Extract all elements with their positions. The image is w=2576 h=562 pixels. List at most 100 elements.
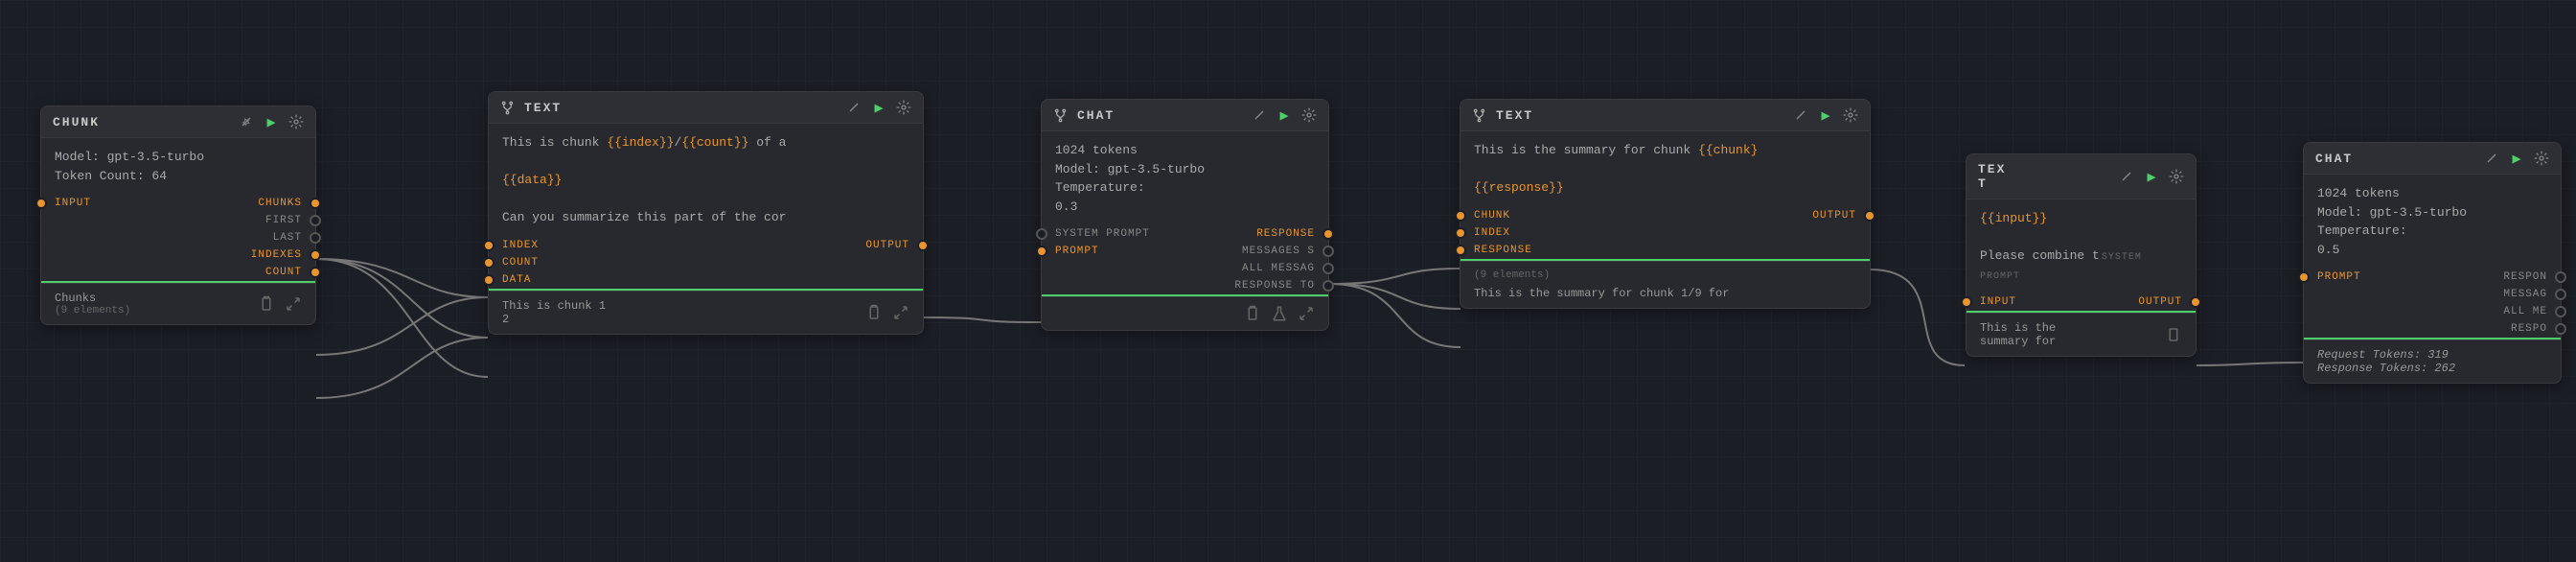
port-index[interactable]: INDEX	[489, 237, 706, 254]
gear-icon[interactable]	[1301, 107, 1317, 123]
node-title: TEXT	[524, 101, 837, 115]
clipboard-icon[interactable]	[865, 304, 883, 321]
gear-icon[interactable]	[2534, 151, 2549, 166]
node-title-2: T	[1978, 176, 2109, 191]
gear-icon[interactable]	[2169, 169, 2184, 184]
play-icon[interactable]: ▶	[2144, 169, 2159, 184]
template-line-1: This is the summary for chunk {{chunk}	[1474, 141, 1856, 160]
port-messages[interactable]: MESSAGES S	[1185, 243, 1329, 260]
node-header[interactable]: TEXT ▶	[1460, 100, 1870, 131]
port-output[interactable]: OUTPUT	[706, 237, 924, 254]
port-chunks[interactable]: CHUNKS	[178, 195, 315, 212]
port-system-prompt[interactable]: SYSTEM PROMPT	[1042, 225, 1185, 243]
node-header[interactable]: CHAT ▶	[2304, 143, 2561, 175]
port-response-to[interactable]: RESPONSE TO	[1042, 277, 1328, 294]
node-header[interactable]: TEX T ▶	[1966, 154, 2196, 199]
branch-icon	[500, 101, 515, 115]
template-var-input: {{input}}	[1980, 209, 2182, 228]
clipboard-icon[interactable]	[258, 295, 275, 313]
node-body: Model: gpt-3.5-turbo Token Count: 64	[41, 138, 315, 195]
port-prompt[interactable]: PROMPT	[1042, 243, 1185, 260]
gear-icon[interactable]	[288, 114, 304, 129]
pin-icon[interactable]	[1252, 107, 1267, 123]
port-respo[interactable]: RESPO	[2304, 320, 2561, 338]
temp-value: 0.3	[1055, 198, 1315, 217]
pin-icon[interactable]	[239, 114, 254, 129]
play-icon[interactable]: ▶	[1276, 107, 1292, 123]
template-line: Please combine tSYSTEM PROMPT	[1980, 246, 2182, 284]
model-text: Model: gpt-3.5-turbo	[1055, 160, 1315, 179]
footer-line2: 2	[502, 313, 856, 326]
node-text-2[interactable]: TEXT ▶ This is the summary for chunk {{c…	[1460, 99, 1871, 309]
port-indexes[interactable]: INDEXES	[41, 246, 315, 264]
port-chunk[interactable]: CHUNK	[1460, 207, 1666, 224]
node-body: 1024 tokens Model: gpt-3.5-turbo Tempera…	[2304, 175, 2561, 269]
footer-text: This is the summary for chunk 1/9 for	[1474, 287, 1856, 300]
ports: INDEX OUTPUT COUNT DATA	[489, 237, 923, 289]
ports: INPUT OUTPUT	[1966, 293, 2196, 311]
node-text-1[interactable]: TEXT ▶ This is chunk {{index}}/{{count}}…	[488, 91, 924, 335]
port-input[interactable]: INPUT	[41, 195, 178, 212]
flask-icon[interactable]	[1271, 305, 1288, 322]
port-index[interactable]: INDEX	[1460, 224, 1870, 242]
expand-icon[interactable]	[1298, 305, 1315, 322]
node-chat-1[interactable]: CHAT ▶ 1024 tokens Model: gpt-3.5-turbo …	[1041, 99, 1329, 331]
port-count[interactable]: COUNT	[489, 254, 923, 271]
expand-icon[interactable]	[892, 304, 909, 321]
port-first[interactable]: FIRST	[41, 212, 315, 229]
port-all-messages[interactable]: ALL MESSAG	[1042, 260, 1328, 277]
port-response[interactable]: RESPONSE	[1460, 242, 1870, 259]
clipboard-icon[interactable]	[2165, 326, 2182, 343]
node-body: {{input}} Please combine tSYSTEM PROMPT	[1966, 199, 2196, 293]
port-respon[interactable]: RESPON	[2432, 269, 2561, 286]
pin-icon[interactable]	[846, 100, 862, 115]
template-var-response: {{response}}	[1474, 178, 1856, 198]
node-chunk[interactable]: CHUNK ▶ Model: gpt-3.5-turbo Token Count…	[40, 105, 316, 325]
port-count[interactable]: COUNT	[41, 264, 315, 281]
footer-l1: This is the	[1980, 321, 2155, 335]
tokens-text: 1024 tokens	[1055, 141, 1315, 160]
pin-icon[interactable]	[2484, 151, 2499, 166]
clipboard-icon[interactable]	[1244, 305, 1261, 322]
node-chat-2[interactable]: CHAT ▶ 1024 tokens Model: gpt-3.5-turbo …	[2303, 142, 2562, 384]
node-body: This is chunk {{index}}/{{count}} of a {…	[489, 124, 923, 237]
node-body: 1024 tokens Model: gpt-3.5-turbo Tempera…	[1042, 131, 1328, 225]
port-last[interactable]: LAST	[41, 229, 315, 246]
play-icon[interactable]: ▶	[2509, 151, 2524, 166]
port-allm[interactable]: ALL ME	[2304, 303, 2561, 320]
node-header[interactable]: CHUNK ▶	[41, 106, 315, 138]
node-text-3[interactable]: TEX T ▶ {{input}} Please combine tSYSTEM…	[1966, 153, 2196, 357]
gear-icon[interactable]	[896, 100, 911, 115]
node-header[interactable]: TEXT ▶	[489, 92, 923, 124]
node-footer: Request Tokens: 319 Response Tokens: 262	[2304, 340, 2561, 383]
play-icon[interactable]: ▶	[871, 100, 886, 115]
model-text: Model: gpt-3.5-turbo	[2317, 203, 2547, 222]
node-title: TEXT	[1496, 108, 1783, 123]
request-tokens: Request Tokens: 319	[2317, 348, 2547, 362]
token-count-text: Token Count: 64	[55, 167, 302, 186]
ports: INPUT CHUNKS FIRST LAST INDEXES COUNT	[41, 195, 315, 281]
port-response[interactable]: RESPONSE	[1185, 225, 1329, 243]
play-icon[interactable]: ▶	[1818, 107, 1833, 123]
port-output[interactable]: OUTPUT	[2082, 293, 2196, 311]
port-messag[interactable]: MESSAG	[2304, 286, 2561, 303]
footer-sub: (9 elements)	[1474, 269, 1856, 281]
node-footer: (9 elements) This is the summary for chu…	[1460, 261, 1870, 308]
temp-value: 0.5	[2317, 241, 2547, 260]
branch-icon	[1472, 108, 1486, 123]
port-input[interactable]: INPUT	[1966, 293, 2082, 311]
gear-icon[interactable]	[1843, 107, 1858, 123]
port-data[interactable]: DATA	[489, 271, 923, 289]
expand-icon[interactable]	[285, 295, 302, 313]
pin-icon[interactable]	[1793, 107, 1808, 123]
node-header[interactable]: CHAT ▶	[1042, 100, 1328, 131]
node-body: This is the summary for chunk {{chunk} {…	[1460, 131, 1870, 207]
port-prompt[interactable]: PROMPT	[2304, 269, 2432, 286]
play-icon[interactable]: ▶	[264, 114, 279, 129]
ports: SYSTEM PROMPT RESPONSE PROMPT MESSAGES S…	[1042, 225, 1328, 294]
port-output[interactable]: OUTPUT	[1666, 207, 1871, 224]
branch-icon	[1053, 108, 1068, 123]
node-title: CHAT	[1077, 108, 1242, 123]
pin-icon[interactable]	[2119, 169, 2134, 184]
response-tokens: Response Tokens: 262	[2317, 362, 2547, 375]
